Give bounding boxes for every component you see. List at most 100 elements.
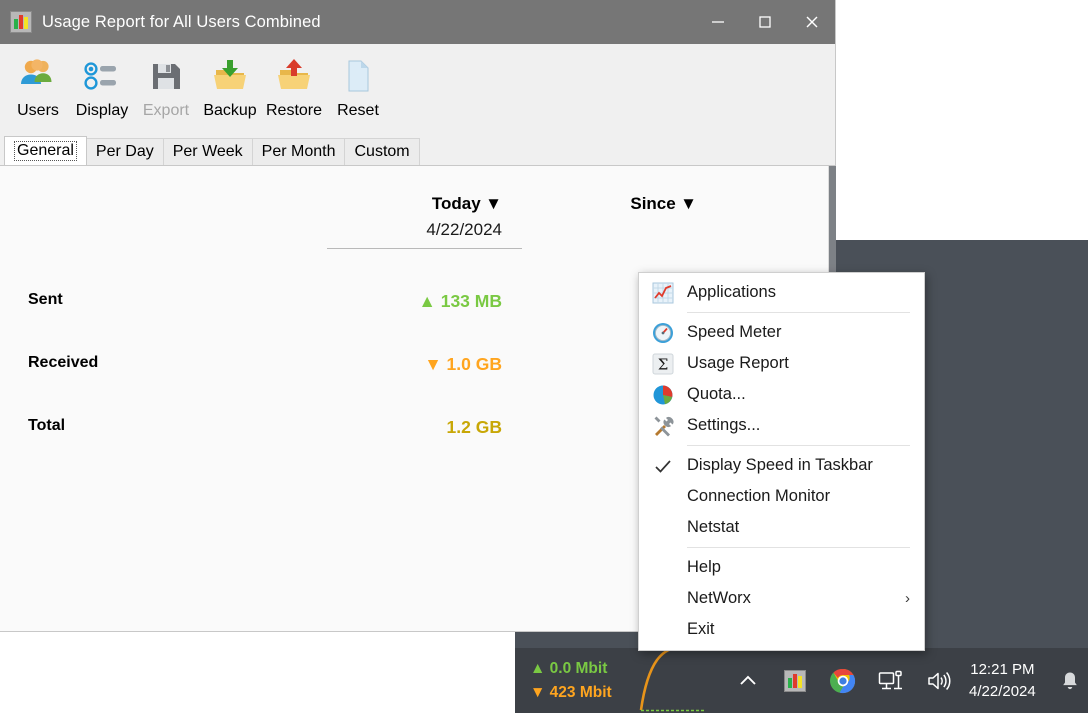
tray-context-menu: Applications Speed Meter Σ Usage Report … — [638, 272, 925, 651]
toolbar-label: Restore — [265, 102, 323, 119]
toolbar-button-display[interactable]: Display — [70, 52, 134, 120]
row-label-total: Total — [28, 417, 66, 434]
sent-value-today: ▲ 133 MB — [419, 291, 502, 311]
close-icon[interactable] — [788, 0, 835, 44]
upload-speed-text: 0.0 Mbit — [549, 659, 608, 677]
system-tray: 12:21 PM 4/22/2024 — [725, 648, 1088, 713]
report-header-row: Today ▼ Since ▼ — [0, 166, 828, 214]
maximize-icon[interactable] — [741, 0, 788, 44]
toolbar-label: Users — [17, 102, 59, 119]
tab-label: Custom — [354, 143, 410, 160]
total-value-today: 1.2 GB — [446, 417, 502, 437]
report-separator-row — [0, 240, 828, 249]
menu-item-no-icon — [647, 516, 679, 540]
menu-item-label: Connection Monitor — [687, 487, 831, 505]
window-controls — [694, 0, 835, 44]
toolbar-button-reset[interactable]: Reset — [326, 52, 390, 120]
menu-item-settings[interactable]: Settings... — [639, 410, 924, 441]
menu-item-label: Speed Meter — [687, 323, 782, 341]
menu-divider — [687, 312, 910, 313]
tab-label: Per Month — [261, 143, 336, 160]
checkmark-icon — [647, 454, 679, 478]
menu-item-no-icon — [647, 556, 679, 580]
menu-item-connection-monitor[interactable]: Connection Monitor — [639, 481, 924, 512]
submenu-chevron-right-icon: › — [905, 590, 910, 607]
network-icon — [878, 670, 902, 689]
down-arrow-icon: ▼ — [530, 683, 546, 701]
menu-item-help[interactable]: Help — [639, 552, 924, 583]
tab-per-week[interactable]: Per Week — [162, 138, 253, 165]
header-divider — [327, 248, 522, 249]
menu-divider — [687, 547, 910, 548]
menu-item-no-icon — [647, 587, 679, 611]
menu-item-usage-report[interactable]: Σ Usage Report — [639, 348, 924, 379]
chrome-icon — [830, 668, 856, 693]
folder-up-arrow-icon — [274, 54, 314, 98]
taskbar-speed-graph — [633, 646, 725, 713]
menu-item-label: Help — [687, 558, 721, 576]
toolbar: Users Display Export Backup Restore Rese… — [0, 44, 835, 137]
value-text: 133 MB — [440, 291, 502, 311]
tab-strip: General Per Day Per Week Per Month Custo… — [0, 136, 835, 166]
row-label-sent: Sent — [28, 291, 63, 308]
tab-label: Per Day — [95, 143, 154, 160]
show-hidden-icons-chevron[interactable] — [725, 648, 771, 713]
menu-item-speed-meter[interactable]: Speed Meter — [639, 317, 924, 348]
tray-icon-networx[interactable] — [771, 648, 819, 713]
networx-bars-icon — [10, 11, 32, 33]
tab-custom[interactable]: Custom — [344, 138, 420, 165]
menu-item-applications[interactable]: Applications — [639, 277, 924, 308]
column-header-since[interactable]: Since — [630, 194, 675, 213]
toolbar-label: Reset — [337, 102, 379, 119]
column-date-today: 4/22/2024 — [426, 220, 502, 239]
window-title: Usage Report for All Users Combined — [42, 12, 321, 31]
menu-item-label: Quota... — [687, 385, 746, 403]
tray-icon-chrome[interactable] — [819, 648, 867, 713]
taskbar-speed-display[interactable]: ▲ 0.0 Mbit ▼ 423 Mbit — [515, 660, 633, 702]
taskbar-clock[interactable]: 12:21 PM 4/22/2024 — [963, 659, 1046, 703]
sort-descending-icon[interactable]: ▼ — [485, 194, 502, 213]
menu-item-label: Netstat — [687, 518, 740, 536]
notification-center-button[interactable] — [1046, 648, 1088, 713]
menu-item-networx[interactable]: NetWorx › — [639, 583, 924, 614]
download-speed-text: 423 Mbit — [549, 683, 612, 701]
display-list-icon — [82, 54, 122, 98]
tab-per-month[interactable]: Per Month — [251, 138, 346, 165]
tray-icon-volume[interactable] — [915, 648, 963, 713]
menu-item-label: Usage Report — [687, 354, 789, 372]
blank-page-icon — [338, 54, 378, 98]
up-arrow-icon: ▲ — [418, 291, 436, 311]
minimize-icon[interactable] — [694, 0, 741, 44]
received-value-today: ▼ 1.0 GB — [424, 354, 502, 374]
report-subheader-row: 4/22/2024 — [0, 214, 828, 240]
tools-icon — [647, 414, 679, 438]
value-text: 1.0 GB — [446, 354, 502, 374]
down-arrow-icon: ▼ — [424, 354, 442, 374]
menu-item-quota[interactable]: Quota... — [639, 379, 924, 410]
menu-item-label: Settings... — [687, 416, 761, 434]
menu-item-netstat[interactable]: Netstat — [639, 512, 924, 543]
toolbar-button-users[interactable]: Users — [6, 52, 70, 120]
toolbar-button-export[interactable]: Export — [134, 52, 198, 120]
screen: Usage Report for All Users Combined User… — [0, 0, 1088, 713]
tab-label: General — [14, 141, 77, 161]
folder-down-arrow-icon — [210, 54, 250, 98]
menu-item-display-speed-in-taskbar[interactable]: Display Speed in Taskbar — [639, 450, 924, 481]
toolbar-label: Export — [142, 102, 190, 119]
menu-item-exit[interactable]: Exit — [639, 614, 924, 645]
pie-chart-icon — [647, 383, 679, 407]
toolbar-label: Backup — [203, 102, 257, 119]
sigma-icon: Σ — [647, 352, 679, 376]
tab-per-day[interactable]: Per Day — [85, 138, 164, 165]
tab-general[interactable]: General — [4, 136, 87, 165]
clock-date: 4/22/2024 — [969, 682, 1036, 700]
tray-icon-network[interactable] — [867, 648, 915, 713]
download-speed: ▼ 423 Mbit — [530, 684, 633, 702]
window-titlebar: Usage Report for All Users Combined — [0, 0, 835, 44]
sort-descending-icon[interactable]: ▼ — [680, 194, 697, 213]
toolbar-button-restore[interactable]: Restore — [262, 52, 326, 120]
menu-item-label: Display Speed in Taskbar — [687, 456, 873, 474]
toolbar-button-backup[interactable]: Backup — [198, 52, 262, 120]
column-header-today[interactable]: Today — [432, 194, 481, 213]
clock-time: 12:21 PM — [970, 660, 1035, 678]
